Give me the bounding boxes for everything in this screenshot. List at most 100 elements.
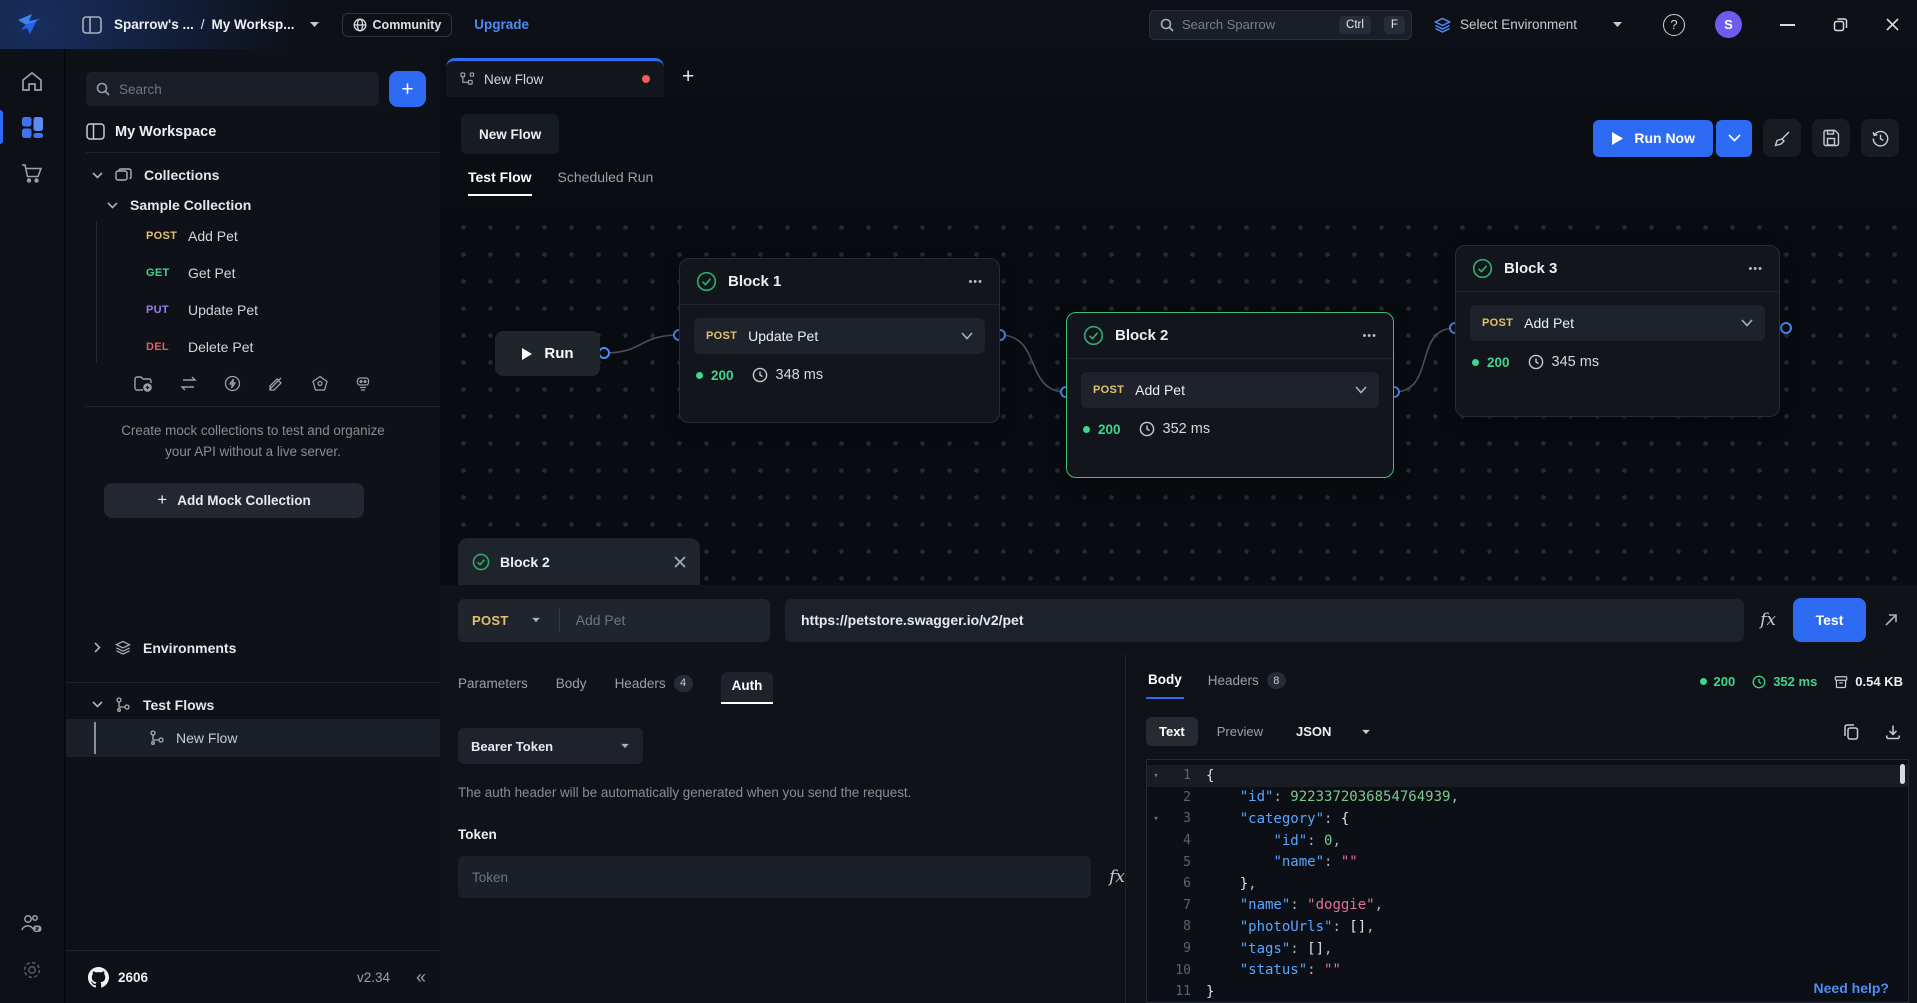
compare-arrows-icon[interactable] bbox=[179, 376, 198, 391]
url-input[interactable] bbox=[785, 599, 1744, 642]
download-icon[interactable] bbox=[1885, 724, 1901, 740]
dynamic-expression-icon[interactable]: fx bbox=[1109, 867, 1125, 887]
upgrade-link[interactable]: Upgrade bbox=[474, 17, 529, 32]
search-icon bbox=[1160, 18, 1174, 32]
close-icon[interactable] bbox=[674, 556, 686, 568]
sidebar-item-sample-collection[interactable]: Sample Collection bbox=[106, 197, 440, 213]
collapse-sidebar-icon[interactable]: « bbox=[416, 968, 426, 986]
block-request-selector[interactable]: POST Update Pet bbox=[694, 318, 985, 354]
dynamic-expression-icon[interactable]: fx bbox=[1760, 610, 1776, 630]
sidebar-search[interactable] bbox=[86, 72, 379, 106]
request-method-label: PUT bbox=[146, 304, 188, 316]
new-tab-button[interactable]: + bbox=[682, 65, 694, 97]
collection-request-update-pet[interactable]: PUTUpdate Pet bbox=[66, 291, 440, 328]
history-button[interactable] bbox=[1861, 119, 1899, 157]
close-icon[interactable] bbox=[1886, 18, 1899, 31]
caret-down-icon bbox=[620, 743, 630, 749]
workspace-switcher-icon[interactable] bbox=[82, 16, 102, 34]
collection-request-delete-pet[interactable]: DELDelete Pet bbox=[66, 328, 440, 365]
avatar[interactable]: S bbox=[1715, 11, 1742, 38]
workspace-apps-icon[interactable] bbox=[0, 104, 64, 151]
home-icon[interactable] bbox=[0, 59, 64, 104]
need-help-link[interactable]: Need help? bbox=[1814, 980, 1889, 996]
open-in-new-icon[interactable] bbox=[1883, 612, 1899, 628]
sidebar-item-environments[interactable]: Environments bbox=[91, 640, 440, 670]
block-menu-icon[interactable]: ••• bbox=[1748, 263, 1763, 275]
flow-block-1[interactable]: Block 1 ••• POST Update Pet 200 348 ms bbox=[679, 258, 1000, 423]
breadcrumb[interactable]: Sparrow's ... / My Worksp... bbox=[114, 17, 295, 32]
test-button[interactable]: Test bbox=[1793, 598, 1866, 642]
collection-request-add-pet[interactable]: POSTAdd Pet bbox=[66, 217, 440, 254]
request-name-placeholder[interactable]: Add Pet bbox=[576, 612, 626, 628]
block-menu-icon[interactable]: ••• bbox=[1362, 330, 1377, 342]
plus-icon: + bbox=[157, 490, 167, 510]
global-search[interactable]: Ctrl F bbox=[1149, 10, 1412, 40]
view-mode-preview[interactable]: Preview bbox=[1204, 717, 1276, 746]
collection-request-get-pet[interactable]: GETGet Pet bbox=[66, 254, 440, 291]
help-button[interactable]: ? bbox=[1663, 14, 1685, 36]
minimize-button[interactable] bbox=[1780, 24, 1795, 26]
run-now-button[interactable]: Run Now bbox=[1593, 120, 1713, 157]
tab-scheduled-run[interactable]: Scheduled Run bbox=[558, 169, 654, 194]
sidebar-item-new-flow[interactable]: New Flow bbox=[66, 719, 440, 757]
tab-parameters[interactable]: Parameters bbox=[458, 676, 528, 701]
code-line-5: 5 "name": "" bbox=[1147, 851, 1908, 873]
add-new-button[interactable]: + bbox=[389, 71, 426, 107]
flow-block-3[interactable]: Block 3 ••• POST Add Pet 200 345 ms bbox=[1455, 245, 1780, 417]
block-request-selector[interactable]: POST Add Pet bbox=[1081, 372, 1379, 408]
tab-response-headers[interactable]: Headers 8 bbox=[1208, 672, 1286, 699]
tab-headers[interactable]: Headers 4 bbox=[615, 675, 693, 702]
run-options-button[interactable] bbox=[1716, 120, 1752, 157]
format-selector[interactable]: JSON bbox=[1296, 724, 1371, 739]
code-line-7: 7 "name": "doggie", bbox=[1147, 895, 1908, 917]
webhook-icon[interactable] bbox=[311, 375, 329, 392]
line-number: 2 bbox=[1165, 790, 1191, 805]
pen-slash-icon[interactable] bbox=[267, 376, 285, 392]
run-node[interactable]: Run bbox=[495, 331, 600, 376]
github-icon[interactable] bbox=[88, 967, 109, 988]
sidebar-item-collections[interactable]: Collections bbox=[91, 167, 440, 183]
tab-body[interactable]: Body bbox=[556, 676, 587, 701]
tab-response-body[interactable]: Body bbox=[1146, 672, 1184, 699]
auth-type-selector[interactable]: Bearer Token bbox=[458, 728, 643, 764]
copy-icon[interactable] bbox=[1843, 723, 1859, 740]
response-body-editor[interactable]: ▾1{2 "id": 9223372036854764939,▾3 "categ… bbox=[1146, 759, 1909, 1003]
block-request-selector[interactable]: POST Add Pet bbox=[1470, 305, 1765, 341]
editor-scrollbar[interactable] bbox=[1900, 764, 1905, 784]
ai-assistant-icon[interactable] bbox=[355, 375, 371, 392]
block-detail-tab[interactable]: Block 2 bbox=[458, 538, 700, 586]
block-menu-icon[interactable]: ••• bbox=[968, 276, 983, 288]
status-dot bbox=[1700, 678, 1707, 685]
flow-block-2[interactable]: Block 2 ••• POST Add Pet 200 352 ms bbox=[1066, 312, 1394, 478]
global-search-input[interactable] bbox=[1182, 17, 1331, 32]
save-button[interactable] bbox=[1812, 119, 1850, 157]
sidebar-search-input[interactable] bbox=[119, 82, 369, 97]
code-line-6: 6 }, bbox=[1147, 873, 1908, 895]
clock-icon bbox=[1752, 675, 1766, 689]
bolt-circle-icon[interactable] bbox=[224, 375, 241, 392]
view-mode-text[interactable]: Text bbox=[1146, 717, 1198, 746]
community-users-icon[interactable] bbox=[0, 901, 64, 947]
fold-caret-icon[interactable]: ▾ bbox=[1147, 771, 1165, 781]
settings-gear-icon[interactable] bbox=[0, 947, 64, 993]
tab-test-flow[interactable]: Test Flow bbox=[468, 169, 532, 196]
token-input[interactable] bbox=[458, 856, 1091, 898]
community-button[interactable]: Community bbox=[342, 13, 453, 37]
method-selector[interactable]: POST Add Pet bbox=[458, 599, 770, 642]
tab-auth[interactable]: Auth bbox=[721, 672, 774, 704]
flow-title[interactable]: New Flow bbox=[461, 114, 559, 154]
workspace-caret-icon[interactable] bbox=[309, 21, 320, 28]
tab-new-flow[interactable]: New Flow bbox=[446, 58, 664, 97]
tab-strip: New Flow + bbox=[440, 49, 1917, 97]
response-time: 352 ms bbox=[1752, 674, 1817, 689]
environment-selector[interactable]: Select Environment bbox=[1434, 17, 1623, 33]
marketplace-cart-icon[interactable] bbox=[0, 151, 64, 196]
flow-canvas[interactable]: Run Block 1 ••• POST Update Pet 200 bbox=[440, 208, 1917, 1003]
folder-plus-icon[interactable] bbox=[134, 375, 153, 392]
request-name-label: Add Pet bbox=[188, 228, 238, 244]
sidebar-item-test-flows[interactable]: Test Flows bbox=[91, 697, 440, 717]
restore-button[interactable] bbox=[1833, 17, 1848, 32]
clear-canvas-button[interactable] bbox=[1763, 119, 1801, 157]
add-mock-collection-button[interactable]: + Add Mock Collection bbox=[104, 483, 364, 518]
fold-caret-icon[interactable]: ▾ bbox=[1147, 814, 1165, 824]
